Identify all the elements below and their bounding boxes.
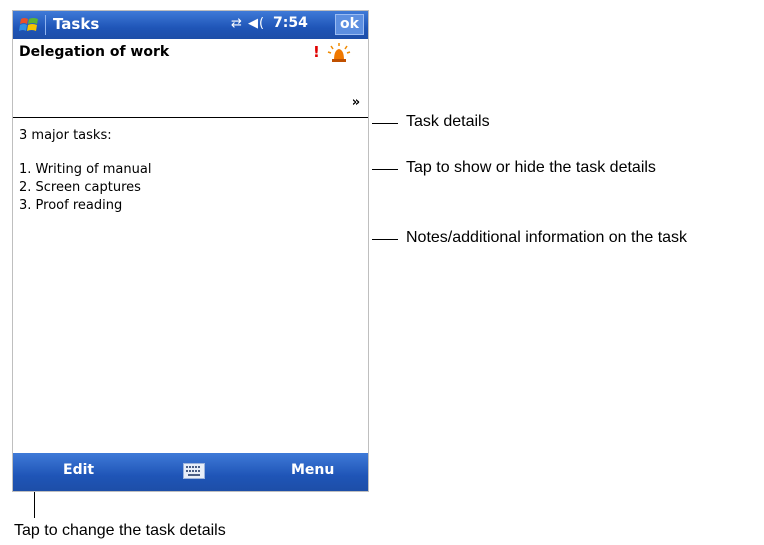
app-title: Tasks [53,15,100,33]
command-bar: Edit Menu [13,453,368,491]
callout-task-details: Task details [406,113,490,130]
edit-button[interactable]: Edit [63,462,94,478]
list-item: 3. Proof reading [19,198,123,213]
keyboard-icon[interactable] [183,463,205,479]
status-icons[interactable]: ⇄ ◀( [231,16,265,31]
ok-button[interactable]: ok [335,14,364,35]
start-menu-icon[interactable] [19,15,39,35]
priority-high-icon: ! [313,43,320,61]
connectivity-icon[interactable]: ⇄ [231,16,243,31]
list-item: 1. Writing of manual [19,162,152,177]
alarm-bell-icon [327,43,351,62]
title-separator [45,15,46,35]
title-bar: Tasks ⇄ ◀( 7:54 ok [13,11,368,39]
volume-icon[interactable]: ◀( [248,16,265,31]
header-divider [13,117,368,118]
notes-heading: 3 major tasks: [19,128,112,143]
callout-leader [34,492,35,518]
callout-leader [372,169,398,170]
callout-leader [372,239,398,240]
callout-leader [372,123,398,124]
list-item: 2. Screen captures [19,180,141,195]
callout-toggle-details: Tap to show or hide the task details [406,159,656,176]
callout-change-details: Tap to change the task details [14,522,226,539]
expand-collapse-toggle[interactable]: » [349,95,363,111]
notes-area[interactable]: 3 major tasks: 1. Writing of manual 2. S… [19,127,151,215]
clock-time[interactable]: 7:54 [273,15,308,31]
pocketpc-screen: Tasks ⇄ ◀( 7:54 ok Delegation of work ! … [12,10,369,492]
callout-notes-info: Notes/additional information on the task [406,229,688,246]
menu-button[interactable]: Menu [291,462,334,478]
task-name[interactable]: Delegation of work [19,44,169,60]
